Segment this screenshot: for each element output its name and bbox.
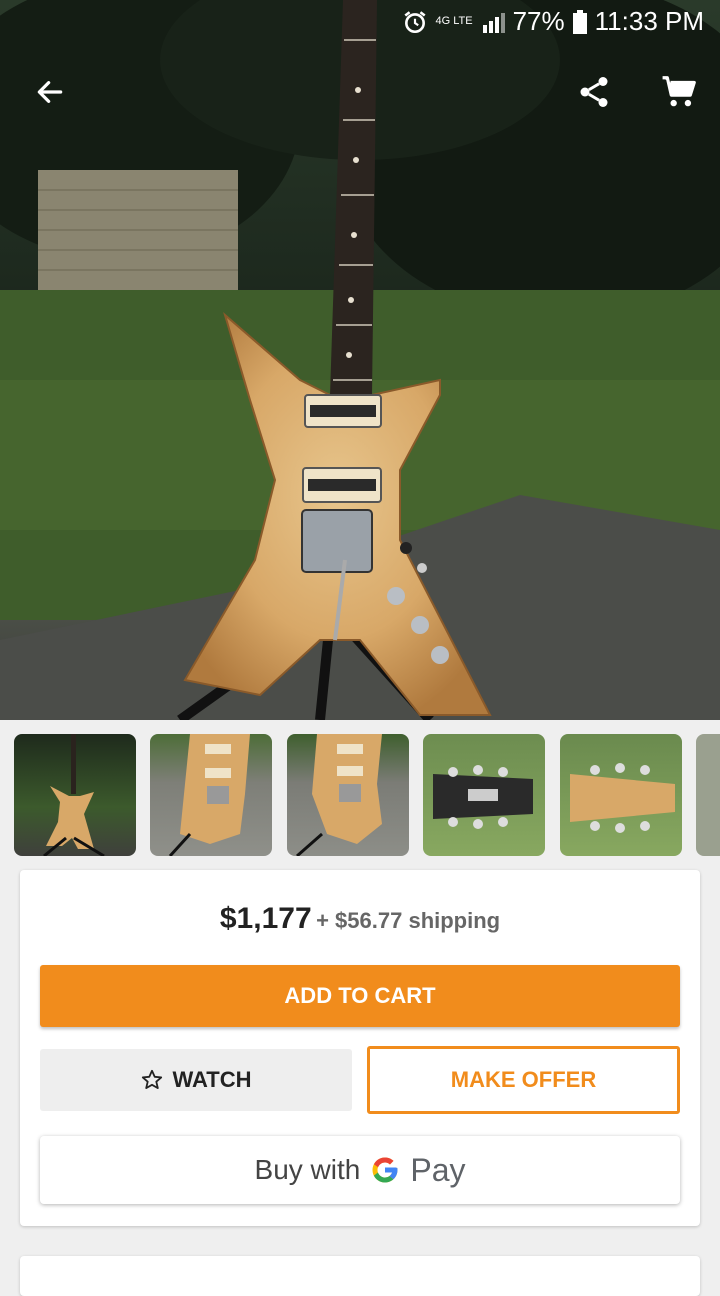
pay-label: Pay	[410, 1151, 466, 1188]
network-type: 4G LTE	[435, 15, 473, 27]
photo-thumbnail-6[interactable]	[696, 734, 720, 856]
shopping-cart-icon	[662, 76, 696, 107]
make-offer-label: MAKE OFFER	[450, 1067, 597, 1092]
next-section-card	[20, 1256, 700, 1296]
photo-thumbnail-4[interactable]	[423, 734, 545, 856]
buy-with-label: Buy with	[254, 1154, 361, 1185]
photo-thumbnail-strip[interactable]	[14, 734, 720, 858]
cart-button[interactable]	[652, 66, 708, 118]
shipping-cost: + $56.77 shipping	[316, 908, 501, 933]
share-button[interactable]	[566, 66, 622, 118]
headstock-back-thumbnail-image	[570, 763, 675, 833]
price-row: $1,177 + $56.77 shipping	[20, 902, 700, 936]
back-button[interactable]	[22, 66, 78, 118]
clock: 11:33 PM	[594, 6, 704, 36]
google-pay-button[interactable]: Buy with Pay	[40, 1136, 680, 1204]
battery-percent: 77%	[512, 6, 565, 36]
share-icon	[580, 77, 608, 107]
signal-icon	[482, 12, 505, 33]
alarm-icon	[403, 10, 426, 33]
add-to-cart-label: ADD TO CART	[284, 983, 436, 1008]
photo-thumbnail-5[interactable]	[560, 734, 682, 856]
guitar-thumbnail-image	[43, 734, 105, 856]
arrow-back-icon	[37, 81, 63, 103]
add-to-cart-button[interactable]: ADD TO CART	[40, 965, 680, 1027]
purchase-card: $1,177 + $56.77 shipping ADD TO CART WAT…	[20, 870, 700, 1226]
watch-label: WATCH	[172, 1067, 252, 1092]
guitar-body-thumbnail-image	[168, 734, 250, 856]
guitar-body-thumbnail-image	[296, 734, 382, 856]
headstock-thumbnail-image	[433, 765, 533, 829]
star-outline-icon	[142, 1069, 163, 1089]
google-g-icon	[372, 1157, 398, 1183]
make-offer-button[interactable]: MAKE OFFER	[367, 1046, 680, 1114]
watch-button[interactable]: WATCH	[40, 1049, 352, 1111]
photo-thumbnail-1[interactable]	[14, 734, 136, 856]
listing-main-photo[interactable]: 4G LTE 77% 11:33 PM	[0, 0, 720, 720]
item-price: $1,177	[219, 902, 312, 935]
photo-thumbnail-2[interactable]	[150, 734, 272, 856]
battery-icon	[572, 9, 587, 34]
photo-thumbnail-3[interactable]	[287, 734, 409, 856]
status-bar: 4G LTE 77% 11:33 PM	[0, 0, 720, 44]
